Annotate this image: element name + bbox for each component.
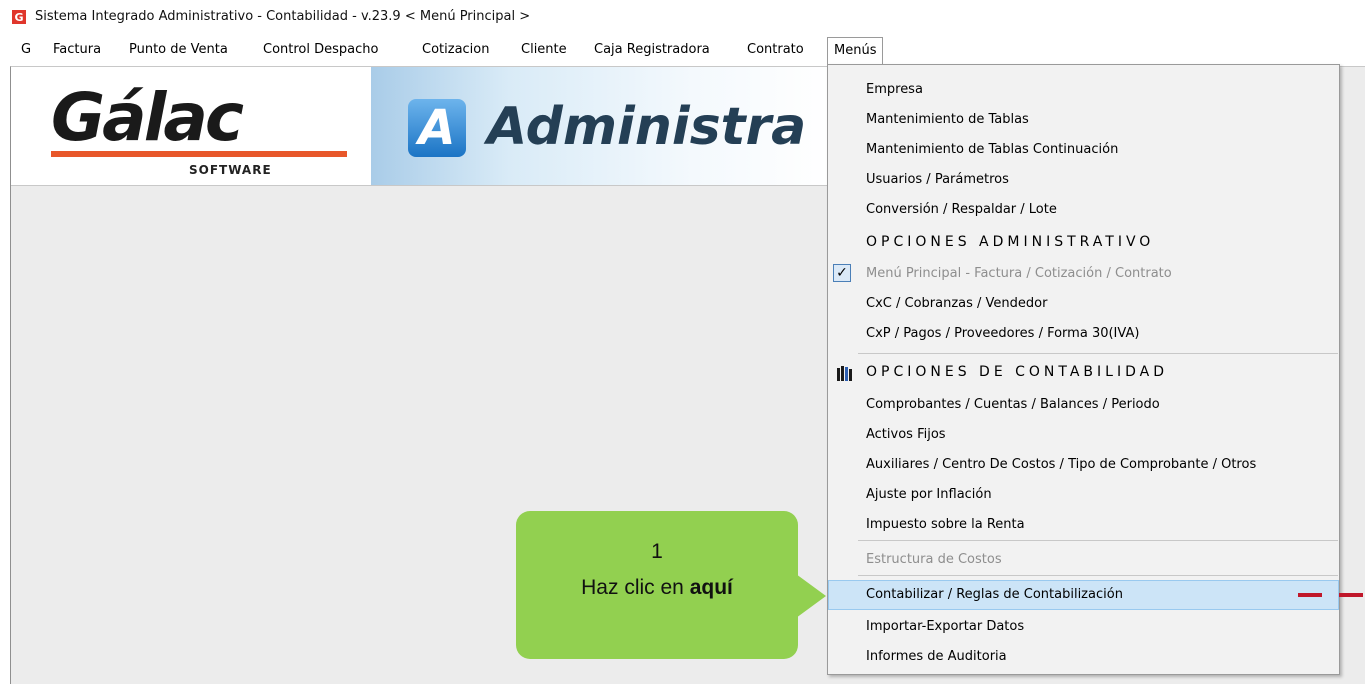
menu-item-importar-exportar[interactable]: Importar-Exportar Datos (828, 612, 1339, 642)
callout-text: Haz clic en aquí (581, 576, 733, 599)
app-icon: G (12, 10, 26, 24)
logo-underline (51, 151, 347, 157)
menu-menus[interactable]: Menús (827, 37, 884, 65)
books-icon (837, 366, 852, 381)
menu-item-comprobantes[interactable]: Comprobantes / Cuentas / Balances / Peri… (828, 390, 1339, 420)
menu-bar: G Factura Punto de Venta Control Despach… (10, 36, 1365, 65)
logo-text: Gálac (51, 79, 244, 156)
annotation-dash (1339, 593, 1363, 597)
menu-item-auxiliares[interactable]: Auxiliares / Centro De Costos / Tipo de … (828, 450, 1339, 480)
menu-item-activos-fijos[interactable]: Activos Fijos (828, 420, 1339, 450)
menu-item-mantenimiento-tablas[interactable]: Mantenimiento de Tablas (828, 105, 1339, 135)
menu-separator (858, 575, 1338, 576)
menu-punto-de-venta[interactable]: Punto de Venta (129, 36, 228, 64)
banner: Gálac SOFTWARE A Administra (11, 67, 829, 186)
menu-item-menu-principal[interactable]: ✓ Menú Principal - Factura / Cotización … (828, 259, 1339, 289)
product-name: Administra (487, 97, 807, 157)
menu-item-cxc-cobranzas[interactable]: CxC / Cobranzas / Vendedor (828, 289, 1339, 319)
menu-item-ajuste-inflacion[interactable]: Ajuste por Inflación (828, 480, 1339, 510)
menu-g[interactable]: G (21, 36, 31, 64)
checkmark-icon: ✓ (833, 264, 851, 282)
section-opciones-contabilidad: OPCIONES DE CONTABILIDAD (828, 358, 1339, 388)
menu-separator (858, 353, 1338, 354)
menu-caja-registradora[interactable]: Caja Registradora (594, 36, 710, 64)
menu-separator (858, 540, 1338, 541)
title-bar: G Sistema Integrado Administrativo - Con… (0, 0, 1365, 35)
menu-item-contabilizar[interactable]: Contabilizar / Reglas de Contabilización (828, 580, 1339, 610)
section-opciones-administrativo: OPCIONES ADMINISTRATIVO (866, 234, 1155, 250)
callout-step-number: 1 (651, 540, 663, 563)
menu-cliente[interactable]: Cliente (521, 36, 567, 64)
menus-dropdown: Empresa Mantenimiento de Tablas Mantenim… (827, 64, 1340, 675)
menu-control-despacho[interactable]: Control Despacho (263, 36, 378, 64)
menu-item-estructura-costos[interactable]: Estructura de Costos (828, 545, 1339, 575)
annotation-dash (1298, 593, 1322, 597)
menu-item-mantenimiento-tablas-continuacion[interactable]: Mantenimiento de Tablas Continuación (828, 135, 1339, 165)
menu-factura[interactable]: Factura (53, 36, 101, 64)
menu-item-empresa[interactable]: Empresa (828, 75, 1339, 105)
menu-item-informes-auditoria[interactable]: Informes de Auditoria (828, 642, 1339, 672)
logo-subtext: SOFTWARE (189, 163, 272, 177)
menu-item-impuesto-renta[interactable]: Impuesto sobre la Renta (828, 510, 1339, 540)
instruction-callout: 1 Haz clic en aquí (516, 511, 798, 659)
menu-item-conversion-respaldar-lote[interactable]: Conversión / Respaldar / Lote (828, 195, 1339, 225)
window-title: Sistema Integrado Administrativo - Conta… (35, 9, 531, 24)
product-badge-icon: A (408, 99, 466, 157)
menu-item-cxp-pagos[interactable]: CxP / Pagos / Proveedores / Forma 30(IVA… (828, 319, 1339, 349)
callout-pointer (796, 574, 826, 618)
menu-contrato[interactable]: Contrato (747, 36, 804, 64)
menu-cotizacion[interactable]: Cotizacion (422, 36, 489, 64)
menu-item-usuarios-parametros[interactable]: Usuarios / Parámetros (828, 165, 1339, 195)
galac-logo: Gálac SOFTWARE (11, 67, 371, 185)
